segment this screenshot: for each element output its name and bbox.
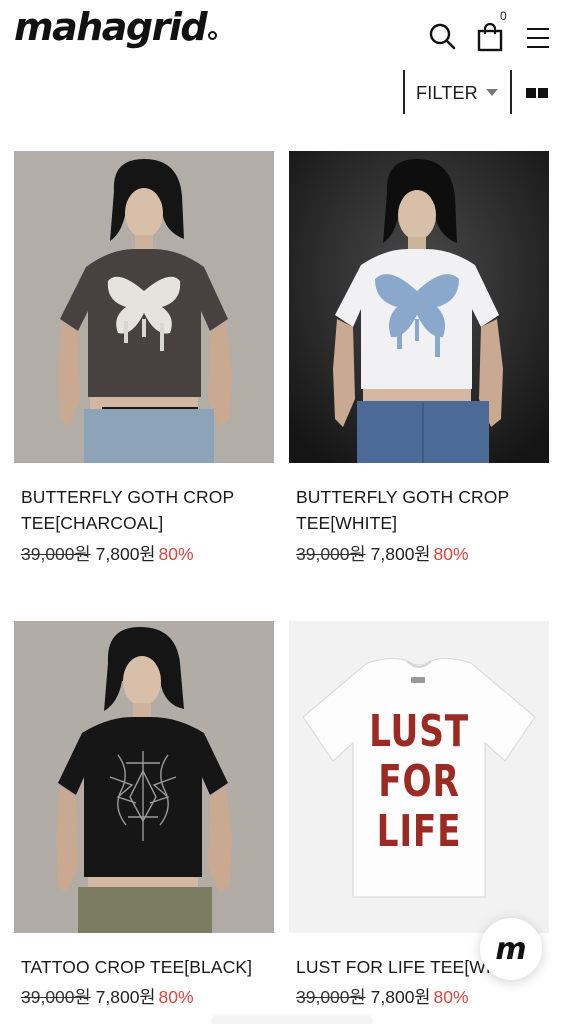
original-price: 39,000원 bbox=[21, 987, 91, 1007]
discount-badge: 80% bbox=[158, 987, 194, 1007]
product-title[interactable]: BUTTERFLY GOTH CROP TEE[WHITE] bbox=[289, 484, 549, 536]
filter-bar: FILTER bbox=[0, 70, 564, 116]
original-price: 39,000원 bbox=[296, 544, 366, 564]
sale-price: 7,800원 bbox=[95, 987, 156, 1007]
divider bbox=[510, 70, 512, 114]
product-image[interactable] bbox=[14, 621, 274, 933]
divider bbox=[403, 70, 405, 114]
product-card[interactable]: TATTOO CROP TEE[BLACK] 39,000원 7,800원 80% bbox=[14, 621, 274, 1010]
discount-badge: 80% bbox=[433, 544, 469, 564]
home-indicator bbox=[212, 1016, 372, 1024]
hamburger-menu-icon[interactable] bbox=[525, 22, 555, 52]
price-row: 39,000원 7,800원 80% bbox=[14, 984, 274, 1010]
shopping-bag-icon[interactable] bbox=[475, 22, 505, 52]
filter-button[interactable]: FILTER bbox=[416, 83, 498, 104]
search-icon[interactable] bbox=[428, 22, 458, 52]
product-card[interactable]: BUTTERFLY GOTH CROP TEE[CHARCOAL] 39,000원… bbox=[14, 151, 274, 567]
logo-dot bbox=[208, 31, 218, 40]
sale-price: 7,800원 bbox=[95, 544, 156, 564]
sale-price: 7,800원 bbox=[370, 987, 431, 1007]
filter-label: FILTER bbox=[416, 83, 478, 103]
original-price: 39,000원 bbox=[21, 544, 91, 564]
chat-button[interactable]: m bbox=[480, 918, 542, 980]
price-row: 39,000원 7,800원 80% bbox=[289, 541, 549, 567]
product-title[interactable]: TATTOO CROP TEE[BLACK] bbox=[14, 954, 274, 980]
caret-down-icon bbox=[485, 89, 498, 96]
shirt-print: LUST FOR LIFE bbox=[369, 706, 469, 857]
two-column-grid-icon[interactable] bbox=[526, 88, 548, 98]
product-image[interactable]: LUST FOR LIFE bbox=[289, 621, 549, 933]
discount-badge: 80% bbox=[158, 544, 194, 564]
product-image[interactable] bbox=[289, 151, 549, 463]
price-row: 39,000원 7,800원 80% bbox=[14, 541, 274, 567]
original-price: 39,000원 bbox=[296, 987, 366, 1007]
discount-badge: 80% bbox=[433, 987, 469, 1007]
cart-count-badge: 0 bbox=[500, 9, 507, 23]
brand-logo[interactable]: mahagrid bbox=[14, 8, 218, 46]
product-title[interactable]: BUTTERFLY GOTH CROP TEE[CHARCOAL] bbox=[14, 484, 274, 536]
price-row: 39,000원 7,800원 80% bbox=[289, 984, 549, 1010]
chat-logo-icon: m bbox=[495, 931, 527, 967]
product-card[interactable]: BUTTERFLY GOTH CROP TEE[WHITE] 39,000원 7,8… bbox=[289, 151, 549, 567]
site-header: mahagrid 0 bbox=[0, 0, 564, 70]
product-image[interactable] bbox=[14, 151, 274, 463]
sale-price: 7,800원 bbox=[370, 544, 431, 564]
